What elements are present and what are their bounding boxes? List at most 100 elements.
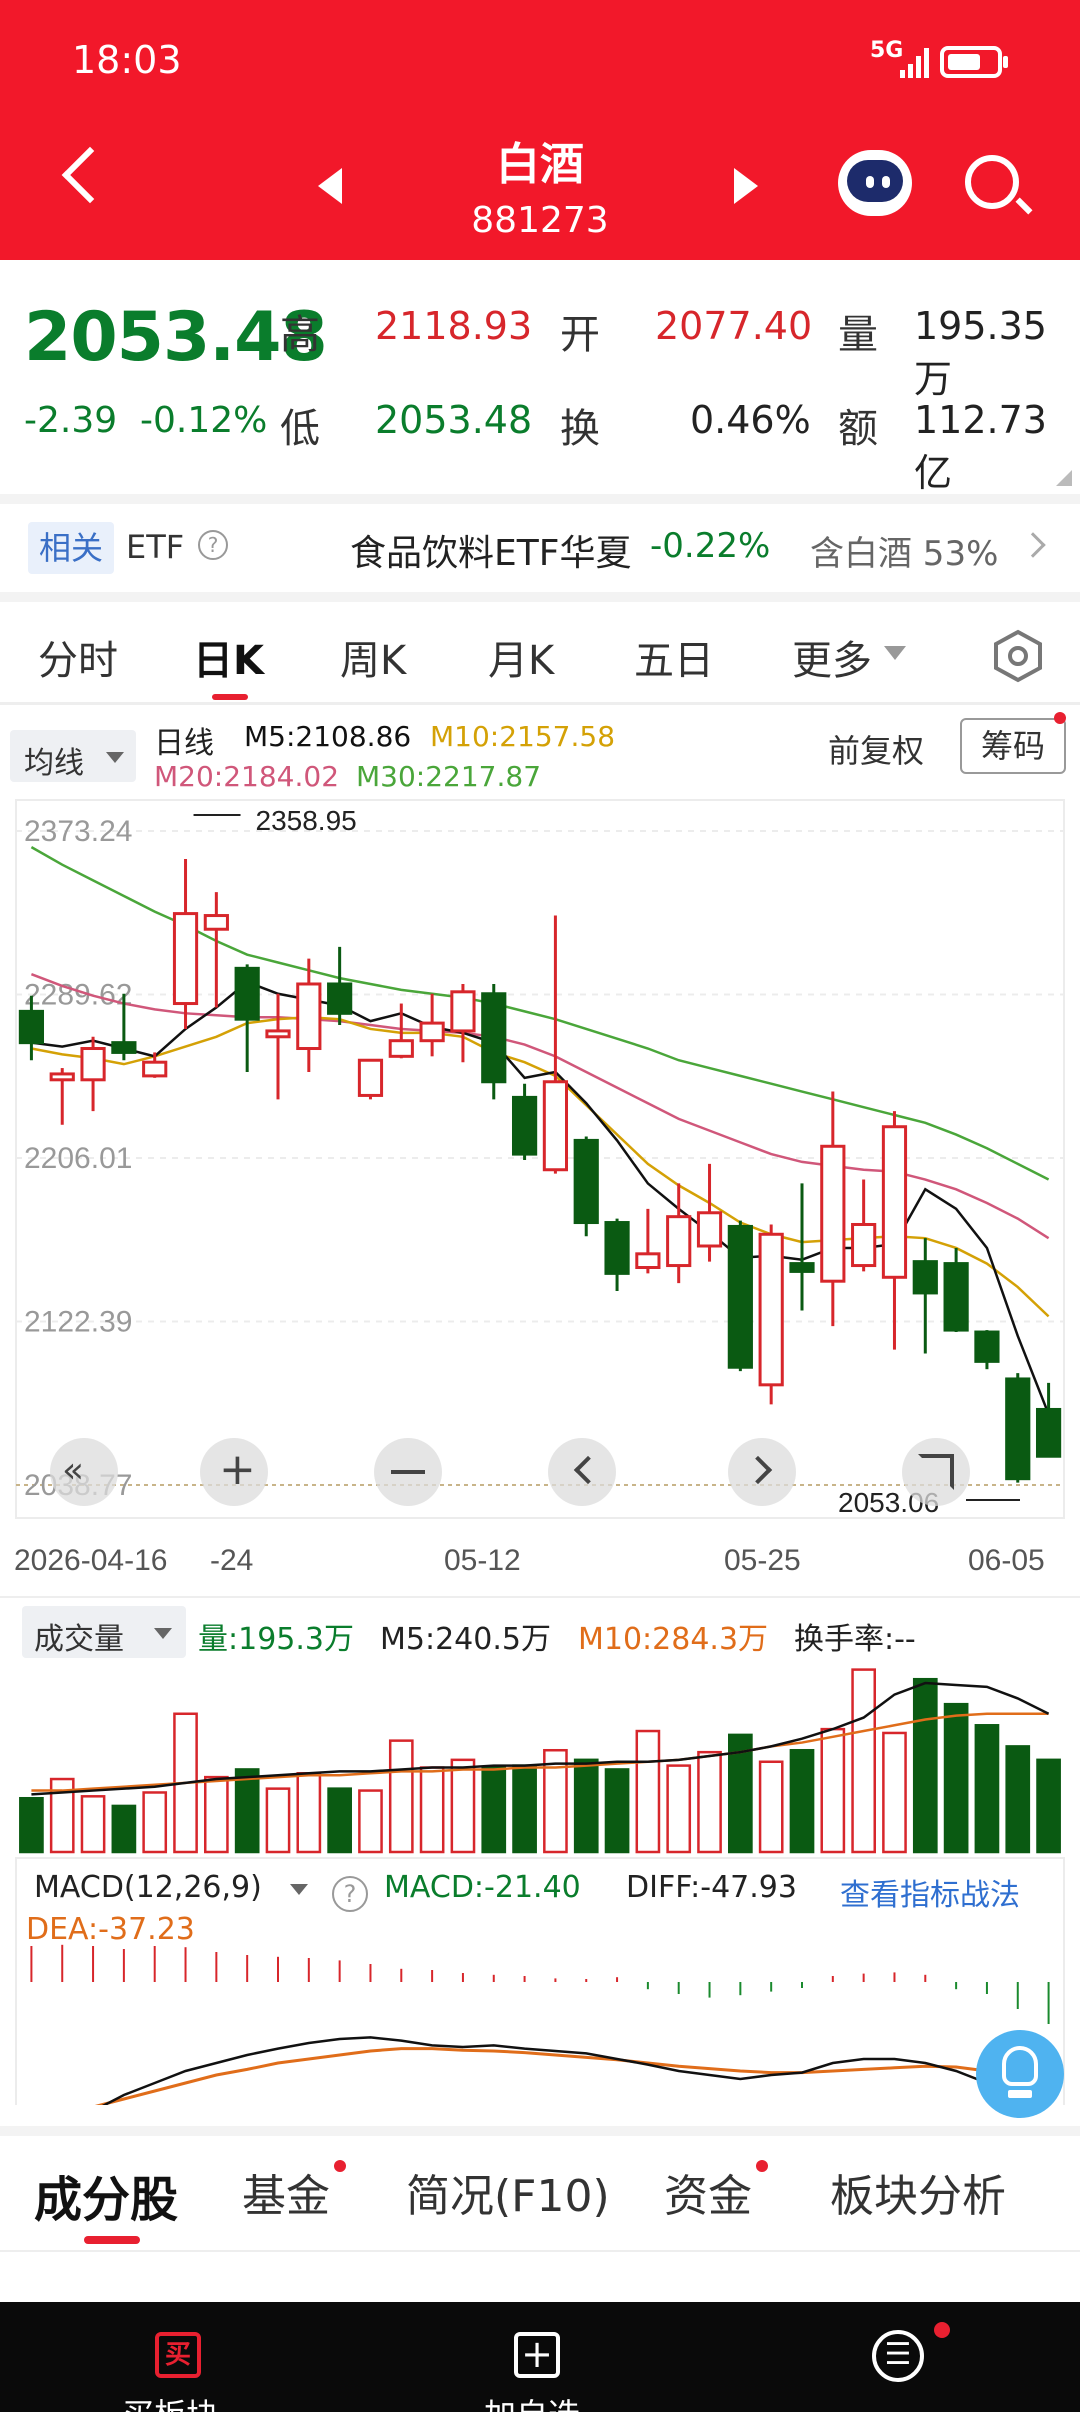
volume-bar: [666, 1764, 692, 1854]
turnover-rate: 换手率:--: [794, 1622, 916, 1657]
volume-value: 量:195.3万: [198, 1622, 354, 1657]
candle-body: [142, 1060, 168, 1078]
buy-icon[interactable]: 买: [155, 2332, 201, 2378]
help-icon[interactable]: ?: [332, 1876, 368, 1912]
volume-bar: [758, 1760, 784, 1854]
high-value: 2118.93: [375, 304, 533, 348]
x-axis-label: 06-05: [968, 1544, 1045, 1577]
related-tag: 相关: [28, 522, 114, 574]
candle-body: [111, 1041, 137, 1054]
low-value: 2053.48: [375, 398, 533, 442]
tab-daily-k[interactable]: 日K: [193, 628, 264, 686]
nav-buy-sector[interactable]: 买板块: [122, 2390, 218, 2412]
network-indicator: 5G: [870, 38, 904, 63]
status-time: 18:03: [72, 38, 182, 82]
macd-selector-label: MACD(12,26,9): [34, 1870, 262, 1905]
max-price-label: 2358.95: [256, 805, 357, 836]
nav-add-watchlist[interactable]: 加自选: [484, 2390, 580, 2412]
x-axis-label: 2026-04-16: [14, 1544, 167, 1577]
candle-body: [974, 1330, 1000, 1363]
candle-body: [357, 1058, 384, 1097]
expand-corner-icon[interactable]: [1056, 470, 1072, 486]
candle-body: [666, 1215, 692, 1268]
search-icon[interactable]: [965, 155, 1019, 209]
tab-weekly-k[interactable]: 周K: [340, 628, 406, 686]
volume-label: 量: [838, 312, 878, 358]
vol-m5: M5:240.5万: [380, 1622, 551, 1657]
volume-bar: [142, 1791, 168, 1854]
dropdown-icon: [290, 1884, 308, 1895]
volume-bar: [943, 1702, 969, 1854]
volume-bar: [974, 1724, 1000, 1854]
tab-intraday[interactable]: 分时: [38, 628, 118, 686]
indicator-strategy-link[interactable]: 查看指标战法: [840, 1870, 1020, 1914]
settings-hexagon-icon[interactable]: [990, 628, 1046, 684]
tab-constituents[interactable]: 成分股: [34, 2160, 178, 2230]
volume-bar: [512, 1764, 537, 1854]
volume-bar: [635, 1729, 661, 1854]
candle-body: [789, 1262, 815, 1273]
divider: [0, 2250, 1080, 2252]
notification-dot: [334, 2160, 346, 2172]
dea-value: DEA:-37.23: [26, 1912, 195, 1947]
candle-body: [80, 1047, 106, 1082]
notification-dot: [934, 2322, 950, 2338]
active-tab-indicator: [212, 694, 248, 700]
volume-bar: [1036, 1758, 1061, 1854]
candle-body: [943, 1262, 969, 1332]
etf-label: ETF: [126, 528, 185, 566]
price-change: -2.39: [24, 400, 118, 441]
plus-icon: +: [219, 1444, 256, 1495]
candle-body: [573, 1138, 599, 1225]
etf-name[interactable]: 食品饮料ETF华夏: [350, 524, 631, 576]
candle-body: [912, 1260, 938, 1295]
volume-bar: [80, 1795, 106, 1854]
turnover-value: 0.46%: [690, 398, 811, 442]
candle-body: [758, 1232, 784, 1387]
nav-more[interactable]: 更多: [870, 2390, 871, 2412]
candle-body: [820, 1144, 846, 1283]
y-tick-label: 2373.24: [24, 815, 132, 848]
expand-icon: [918, 1454, 954, 1490]
tab-funds[interactable]: 基金: [242, 2160, 330, 2224]
volume-bar: [820, 1727, 846, 1854]
chevron-right-icon[interactable]: [1020, 532, 1046, 558]
divider: [0, 494, 1080, 504]
volume-bar: [1005, 1745, 1031, 1854]
next-sector-icon[interactable]: [734, 168, 758, 204]
candle-body: [296, 982, 322, 1051]
candle-body: [511, 1095, 538, 1156]
candle-body: [542, 1080, 569, 1172]
tab-more[interactable]: 更多: [792, 628, 872, 686]
tab-capital[interactable]: 资金: [664, 2160, 752, 2224]
volume-value: 195.35万: [914, 304, 1047, 401]
volume-bar: [450, 1758, 476, 1854]
volume-bar: [573, 1758, 599, 1854]
candle-body: [388, 1039, 414, 1058]
tab-five-day[interactable]: 五日: [634, 628, 714, 686]
volume-bar: [604, 1768, 630, 1854]
dropdown-icon: [884, 646, 906, 660]
robot-assistant-icon[interactable]: [838, 150, 912, 216]
x-axis-label: 05-25: [724, 1544, 801, 1577]
add-watchlist-icon[interactable]: +: [514, 2332, 560, 2378]
volume-bar: [697, 1750, 722, 1854]
volume-bar: [851, 1668, 876, 1854]
candle-body: [604, 1221, 630, 1275]
more-menu-icon[interactable]: ☰: [872, 2330, 924, 2382]
y-tick-label: 2206.01: [24, 1142, 132, 1175]
volume-bar: [234, 1768, 260, 1854]
tab-monthly-k[interactable]: 月K: [488, 628, 554, 686]
candle-body: [172, 912, 199, 1006]
x-axis-label: -24: [210, 1544, 253, 1577]
volume-bar: [19, 1796, 44, 1854]
tab-overview-f10[interactable]: 简况(F10): [406, 2160, 610, 2224]
sector-code: 881273: [471, 200, 609, 241]
volume-bar: [358, 1789, 383, 1854]
candle-body: [881, 1125, 908, 1279]
volume-bar: [882, 1731, 907, 1854]
volume-selector-label: 成交量: [34, 1622, 124, 1657]
tab-sector-analysis[interactable]: 板块分析: [830, 2160, 1006, 2224]
divider: [0, 592, 1080, 602]
help-icon[interactable]: ?: [198, 530, 228, 560]
